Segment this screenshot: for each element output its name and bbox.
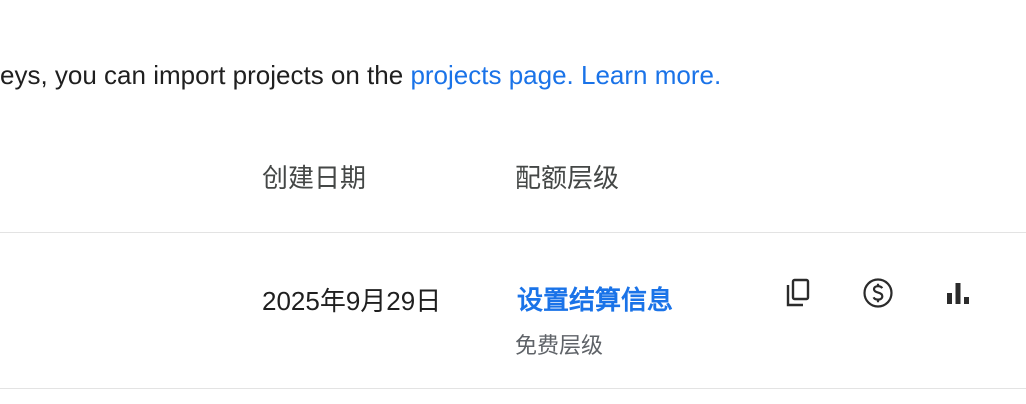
import-info-prefix: eys, you can import projects on the	[0, 60, 411, 90]
set-up-billing-link[interactable]: 设置结算信息	[517, 280, 673, 320]
learn-more-link[interactable]: Learn more.	[581, 60, 721, 90]
projects-page-link[interactable]: projects page.	[410, 60, 573, 90]
import-info-text: eys, you can import projects on the proj…	[0, 55, 721, 95]
usage-icon[interactable]	[938, 273, 978, 313]
tier-label: 免费层级	[515, 333, 604, 358]
table-row: 2025年9月29日 设置结算信息 免费层级	[0, 233, 1026, 389]
copy-icon[interactable]	[778, 273, 818, 313]
column-header-tier: 配额层级	[515, 163, 620, 193]
api-keys-page: eys, you can import projects on the proj…	[0, 0, 1026, 404]
created-date-cell: 2025年9月29日	[262, 286, 442, 316]
billing-icon[interactable]	[858, 273, 898, 313]
column-header-created: 创建日期	[262, 163, 367, 193]
table-header-row: 创建日期 配额层级	[0, 140, 1026, 233]
